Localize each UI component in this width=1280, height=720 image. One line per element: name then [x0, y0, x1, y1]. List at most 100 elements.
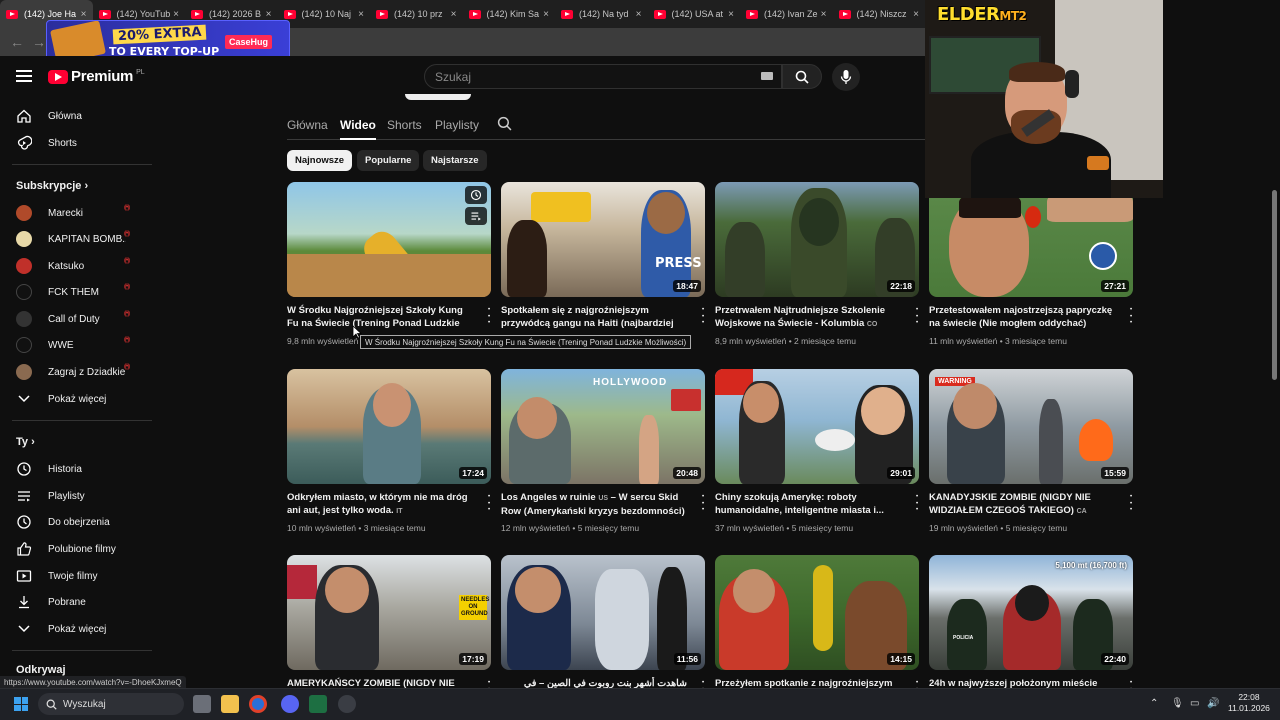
channel-search-icon[interactable]	[497, 116, 512, 136]
video-thumbnail[interactable]: 29:01	[715, 369, 919, 484]
tab-videos[interactable]: Wideo	[340, 118, 376, 140]
menu-icon[interactable]	[16, 70, 32, 82]
video-title[interactable]: W Środku Najgroźniejszej Szkoły Kung Fu …	[287, 304, 473, 330]
browser-tab[interactable]: (142) Kim Sa ×	[463, 0, 556, 28]
tray-volume-icon[interactable]: 🔊	[1207, 698, 1219, 709]
video-title[interactable]: Los Angeles w ruinie US – W sercu Skid R…	[501, 491, 687, 517]
video-card[interactable]: 11:56 شاهدت أشهر بنت روبوت في الصين – في…	[501, 555, 705, 702]
page-scrollbar[interactable]	[1272, 190, 1277, 380]
more-options-icon[interactable]	[1127, 306, 1135, 320]
more-options-icon[interactable]	[1127, 493, 1135, 507]
video-card[interactable]: HOLLYWOOD 20:48 Los Angeles w ruinie US …	[501, 369, 705, 533]
sidebar-sub-item[interactable]: Call of Duty	[0, 306, 154, 332]
video-title[interactable]: Spotkałem się z najgroźniejszym przywódc…	[501, 304, 687, 330]
video-thumbnail[interactable]	[287, 182, 491, 297]
browser-tab[interactable]: (142) Niszcz ×	[833, 0, 926, 28]
video-card[interactable]: NEEDLES ON GROUND 17:19 AMERYKAŃSCY ZOMB…	[287, 555, 491, 689]
video-thumbnail[interactable]: 5,100 mt (16,700 ft) POLICIA 22:40	[929, 555, 1133, 670]
close-tab-icon[interactable]: ×	[636, 9, 642, 20]
keyboard-icon[interactable]	[761, 72, 773, 80]
close-tab-icon[interactable]: ×	[913, 9, 919, 20]
search-box[interactable]	[424, 64, 782, 89]
video-thumbnail[interactable]: 14:15	[715, 555, 919, 670]
sidebar-sub-item[interactable]: Marecki	[0, 200, 154, 226]
watch-later-icon[interactable]	[465, 186, 487, 204]
browser-tab[interactable]: (142) Na tyd ×	[555, 0, 648, 28]
tab-home[interactable]: Główna	[287, 118, 328, 132]
more-options-icon[interactable]	[913, 493, 921, 507]
video-card[interactable]: 27:21 Przetestowałem najostrzejszą papry…	[929, 182, 1133, 346]
more-options-icon[interactable]	[699, 493, 707, 507]
video-card[interactable]: 14:15 Przeżyłem spotkanie z najgroźniejs…	[715, 555, 919, 689]
browser-tab[interactable]: (142) 10 prz ×	[370, 0, 463, 28]
close-tab-icon[interactable]: ×	[81, 9, 87, 20]
back-icon[interactable]: ←	[10, 34, 24, 50]
add-to-queue-icon[interactable]	[465, 207, 487, 225]
video-thumbnail[interactable]: WARNING 15:59	[929, 369, 1133, 484]
video-title[interactable]: KANADYJSKIE ZOMBIE (NIGDY NIE WIDZIAŁEM …	[929, 491, 1115, 517]
you-header[interactable]: Ty ›	[16, 436, 35, 448]
obs-icon[interactable]	[338, 695, 356, 713]
video-title[interactable]: Odkryłem miasto, w którym nie ma dróg an…	[287, 491, 473, 517]
close-tab-icon[interactable]: ×	[821, 9, 827, 20]
video-card[interactable]: 22:18 Przetrwałem Najtrudniejsze Szkolen…	[715, 182, 919, 346]
chrome-icon[interactable]	[249, 695, 267, 713]
sidebar-item-shorts[interactable]: Shorts	[0, 130, 154, 156]
sidebar-item-history[interactable]: Historia	[0, 456, 154, 482]
video-thumbnail[interactable]: 22:18	[715, 182, 919, 297]
show-more-subscriptions[interactable]: Pokaż więcej	[0, 386, 154, 412]
windows-start-icon[interactable]	[14, 697, 28, 711]
close-tab-icon[interactable]: ×	[451, 9, 457, 20]
sidebar-item-watch-later[interactable]: Do obejrzenia	[0, 509, 154, 535]
tray-monitor-icon[interactable]: ▭	[1190, 698, 1199, 709]
subscriptions-header[interactable]: Subskrypcje ›	[16, 180, 88, 192]
voice-search-button[interactable]	[832, 63, 860, 91]
video-thumbnail[interactable]: HOLLYWOOD 20:48	[501, 369, 705, 484]
video-thumbnail[interactable]: PRESS 18:47	[501, 182, 705, 297]
sidebar-sub-item[interactable]: KAPITAN BOMB...	[0, 226, 154, 252]
tray-chevron-icon[interactable]: ⌃	[1150, 698, 1158, 709]
close-tab-icon[interactable]: ×	[173, 9, 179, 20]
show-more-you[interactable]: Pokaż więcej	[0, 616, 154, 642]
sidebar-item-playlists[interactable]: Playlisty	[0, 483, 154, 509]
forward-icon[interactable]: →	[32, 34, 46, 50]
video-card[interactable]: 29:01 Chiny szokują Amerykę: roboty huma…	[715, 369, 919, 533]
video-title[interactable]: Przetestowałem najostrzejszą papryczkę n…	[929, 304, 1115, 330]
close-tab-icon[interactable]: ×	[543, 9, 549, 20]
video-title[interactable]: Przetrwałem Najtrudniejsze Szkolenie Woj…	[715, 304, 901, 330]
browser-tab[interactable]: (142) USA at ×	[648, 0, 741, 28]
chip-newest[interactable]: Najnowsze	[287, 150, 353, 171]
close-tab-icon[interactable]: ×	[266, 9, 272, 20]
video-card[interactable]: 17:24 Odkryłem miasto, w którym nie ma d…	[287, 369, 491, 533]
video-title[interactable]: Chiny szokują Amerykę: roboty humanoidal…	[715, 491, 901, 517]
tab-shorts[interactable]: Shorts	[387, 118, 422, 132]
sidebar-item-home[interactable]: Główna	[0, 103, 154, 129]
subscribe-button-edge[interactable]	[405, 94, 471, 100]
video-thumbnail[interactable]: 11:56	[501, 555, 705, 670]
video-thumbnail[interactable]: 17:24	[287, 369, 491, 484]
browser-tab[interactable]: (142) 10 Naj ×	[278, 0, 371, 28]
tray-mic-icon[interactable]: 🎙	[1171, 698, 1184, 709]
video-card[interactable]: W Środku Najgroźniejszej Szkoły Kung Fu …	[287, 182, 491, 346]
sidebar-item-downloads[interactable]: Pobrane	[0, 589, 154, 615]
chip-oldest[interactable]: Najstarsze	[423, 150, 487, 171]
excel-icon[interactable]	[309, 695, 327, 713]
browser-tab[interactable]: (142) Ivan Ze ×	[740, 0, 833, 28]
taskbar-search[interactable]: Wyszukaj	[38, 693, 184, 715]
task-view-icon[interactable]	[193, 695, 211, 713]
file-explorer-icon[interactable]	[221, 695, 239, 713]
sidebar-item-liked[interactable]: Polubione filmy	[0, 536, 154, 562]
video-card[interactable]: PRESS 18:47 Spotkałem się z najgroźniejs…	[501, 182, 705, 329]
system-clock[interactable]: 22:08 11.01.2026	[1228, 692, 1270, 714]
more-options-icon[interactable]	[913, 306, 921, 320]
sidebar-sub-item[interactable]: Zagraj z Dziadkie...	[0, 359, 154, 385]
discord-icon[interactable]	[281, 695, 299, 713]
tab-playlists[interactable]: Playlisty	[435, 118, 479, 132]
sidebar-sub-item[interactable]: Katsuko	[0, 253, 154, 279]
close-tab-icon[interactable]: ×	[728, 9, 734, 20]
video-card[interactable]: WARNING 15:59 KANADYJSKIE ZOMBIE (NIGDY …	[929, 369, 1133, 533]
more-options-icon[interactable]	[485, 493, 493, 507]
search-button[interactable]	[782, 64, 822, 89]
sidebar-sub-item[interactable]: WWE	[0, 332, 154, 358]
video-card[interactable]: 5,100 mt (16,700 ft) POLICIA 22:40 24h w…	[929, 555, 1133, 702]
